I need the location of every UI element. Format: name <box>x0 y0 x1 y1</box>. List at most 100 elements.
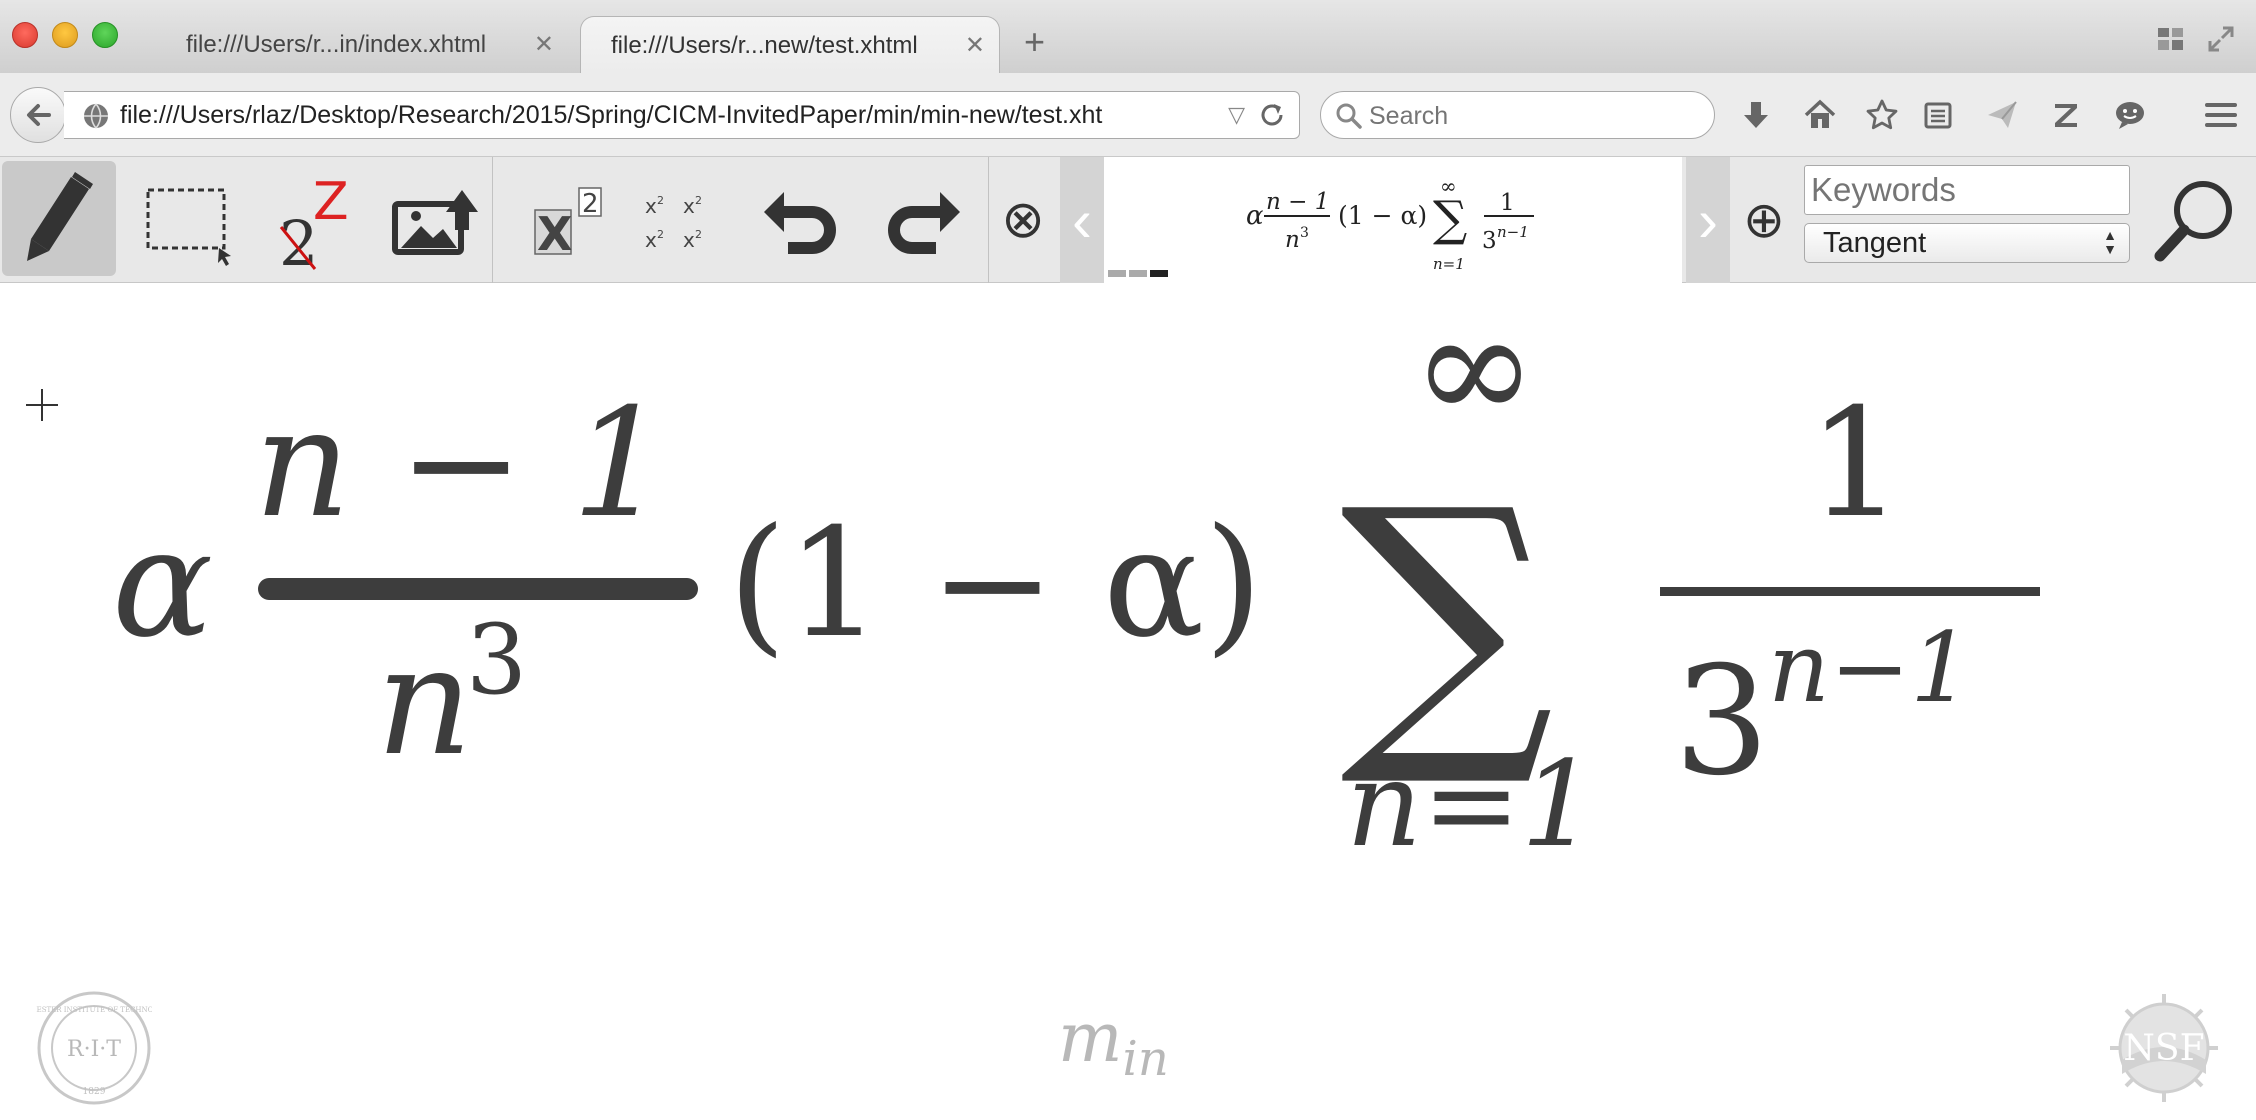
svg-text:Z: Z <box>313 172 349 232</box>
svg-text:x: x <box>683 228 695 252</box>
formula-preview[interactable]: α n − 1 n 3 (1 − α) ∑ ∞ n=1 1 3 n−1 <box>1104 157 1682 283</box>
svg-text:X: X <box>537 207 572 261</box>
search-mode-value: Tangent <box>1823 227 1927 259</box>
download-icon[interactable] <box>1736 95 1776 135</box>
stroke-fraction-bar-2 <box>1660 587 2040 596</box>
send-icon[interactable] <box>1982 95 2022 135</box>
image-upload-button[interactable] <box>380 157 492 283</box>
browser-navbar: file:///Users/rlaz/Desktop/Research/2015… <box>0 73 2256 157</box>
matrix-icon: x2 x2 x2 x2 <box>645 194 702 252</box>
formula-preview-render: α n − 1 n 3 (1 − α) ∑ ∞ n=1 1 3 n−1 <box>1246 174 1534 273</box>
svg-text:2: 2 <box>657 228 664 241</box>
globe-icon <box>84 103 108 129</box>
matrix-button[interactable]: x2 x2 x2 x2 <box>628 157 718 283</box>
svg-text:3: 3 <box>1300 225 1309 241</box>
keywords-input[interactable] <box>1804 165 2130 215</box>
stroke-upper-limit: ∞ <box>1412 283 1537 455</box>
redo-button[interactable] <box>876 157 968 283</box>
correction-tool-button[interactable]: 2 Z <box>250 157 370 283</box>
redo-icon <box>888 192 960 254</box>
search-mode-select[interactable]: Tangent ▲ ▼ <box>1804 223 2130 263</box>
pen-tool-button[interactable] <box>2 161 116 276</box>
window-minimize-button[interactable] <box>52 22 78 48</box>
tab-test[interactable]: file:///Users/r...new/test.xhtml ✕ <box>580 16 1000 73</box>
rit-seal-logo: R·I·T ROCHESTER INSTITUTE OF TECHNOLOGY … <box>36 991 152 1105</box>
svg-text:NSF: NSF <box>2123 1028 2204 1069</box>
chat-icon[interactable] <box>2110 95 2150 135</box>
svg-text:x: x <box>645 194 657 218</box>
svg-text:1: 1 <box>1500 190 1515 216</box>
fullscreen-icon[interactable] <box>2206 24 2242 60</box>
min-toolbar: 2 Z X 2 x2 x2 x2 x2 ⊗ ‹ α n − 1 n 3 (1 −… <box>0 157 2256 283</box>
stroke-lower-limit: n=1 <box>1346 735 1596 873</box>
bookmark-star-icon[interactable] <box>1862 95 1902 135</box>
superscript-icon: X 2 <box>534 187 602 261</box>
select-tool-button[interactable] <box>130 157 240 283</box>
search-bar[interactable] <box>1320 91 1715 139</box>
browser-titlebar: file:///Users/r...in/index.xhtml ✕ file:… <box>0 0 2256 73</box>
svg-text:2: 2 <box>695 194 702 207</box>
search-formula-button[interactable] <box>2146 157 2246 283</box>
pen-icon <box>27 171 93 261</box>
clear-icon[interactable]: ⊗ <box>994 157 1052 283</box>
tab-label: file:///Users/r...new/test.xhtml <box>611 32 918 59</box>
back-button[interactable] <box>10 87 66 143</box>
url-text: file:///Users/rlaz/Desktop/Research/2015… <box>120 101 1103 129</box>
chevron-left-icon: ‹ <box>1072 186 1092 254</box>
search-input[interactable] <box>1367 98 1701 134</box>
undo-button[interactable] <box>756 157 848 283</box>
home-icon[interactable] <box>1800 95 1840 135</box>
stroke-paren-group: (1 − α) <box>728 497 1263 671</box>
chevron-right-icon: › <box>1698 186 1718 254</box>
svg-text:2: 2 <box>695 228 702 241</box>
reading-list-icon[interactable] <box>1918 95 1958 135</box>
menu-icon[interactable] <box>2200 95 2242 135</box>
stroke-den-exp: 3 <box>466 604 527 716</box>
superscript-button[interactable]: X 2 <box>512 157 622 283</box>
svg-text:x: x <box>645 228 657 252</box>
tab-close-icon[interactable]: ✕ <box>534 16 554 73</box>
handwritten-formula: α n − 1 n 3 (1 − α) ∑ ∞ n=1 1 3 n−1 <box>112 283 2040 873</box>
drawing-canvas[interactable]: α n − 1 n 3 (1 − α) ∑ ∞ n=1 1 3 n−1 <box>0 283 2256 1120</box>
tab-close-icon[interactable]: ✕ <box>965 17 985 74</box>
url-bar[interactable]: file:///Users/rlaz/Desktop/Research/2015… <box>64 91 1300 139</box>
logo-sub: in <box>1122 1031 1169 1087</box>
superscript-exponent: 2 <box>582 189 599 219</box>
svg-text:ROCHESTER INSTITUTE OF TECHNOL: ROCHESTER INSTITUTE OF TECHNOLOGY <box>36 1006 152 1014</box>
back-arrow-icon <box>27 104 51 126</box>
rectangle-select-icon <box>146 188 231 266</box>
svg-text:α: α <box>1246 201 1264 231</box>
stroke-numerator-2: 1 <box>1808 377 1903 551</box>
svg-text:n−1: n−1 <box>1497 223 1529 241</box>
add-icon[interactable]: ⊕ <box>1736 157 1792 283</box>
svg-text:n − 1: n − 1 <box>1266 189 1329 215</box>
svg-text:2: 2 <box>657 194 664 207</box>
svg-text:1829: 1829 <box>83 1087 106 1097</box>
tab-index[interactable]: file:///Users/r...in/index.xhtml ✕ <box>156 16 568 73</box>
svg-text:n=1: n=1 <box>1433 255 1465 273</box>
undo-icon <box>764 192 836 254</box>
zotero-icon[interactable] <box>2046 95 2086 135</box>
preview-prev-button[interactable]: ‹ <box>1060 157 1104 283</box>
tab-label: file:///Users/r...in/index.xhtml <box>186 31 487 58</box>
svg-text:∞: ∞ <box>1440 174 1457 198</box>
svg-text:n: n <box>1285 227 1300 253</box>
window-close-button[interactable] <box>12 22 38 48</box>
reload-icon[interactable] <box>1257 100 1287 130</box>
new-tab-button[interactable]: + <box>1024 22 1045 62</box>
stroke-den-base: n <box>376 615 473 789</box>
url-history-dropdown-icon[interactable]: ▽ <box>1228 102 1245 128</box>
symbol-correction-icon: 2 Z <box>279 172 349 275</box>
stroke-fraction-bar <box>258 578 698 600</box>
tab-groups-icon[interactable] <box>2156 24 2192 60</box>
stroke-numerator: n − 1 <box>254 377 667 551</box>
svg-text:x: x <box>683 194 695 218</box>
window-maximize-button[interactable] <box>92 22 118 48</box>
min-app-logo: min <box>1058 1005 1169 1093</box>
stroke-den-base-2: 3 <box>1674 635 1769 809</box>
magnifier-icon <box>2154 181 2232 262</box>
image-upload-icon <box>392 190 478 255</box>
preview-next-button[interactable]: › <box>1686 157 1730 283</box>
nsf-seal-logo: NSF <box>2110 994 2218 1102</box>
svg-text:(1 − α): (1 − α) <box>1338 201 1427 230</box>
